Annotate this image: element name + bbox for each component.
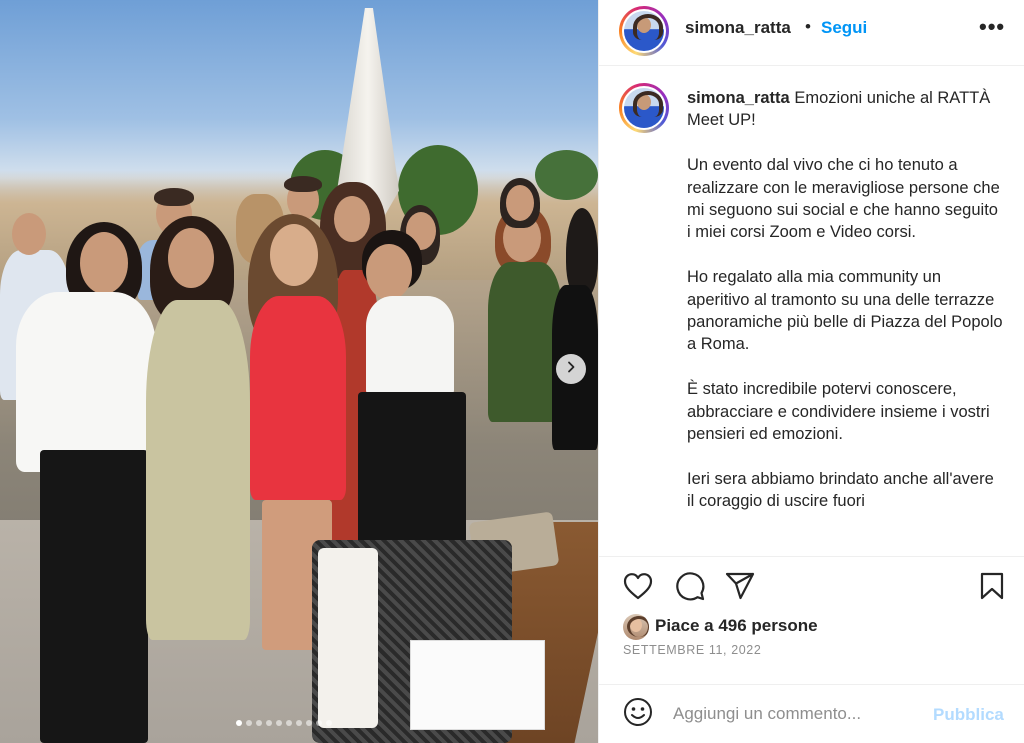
caption-scroll-area[interactable]: simona_ratta Emozioni uniche al RATTÀ Me… bbox=[599, 67, 1024, 555]
carousel-dot bbox=[256, 720, 262, 726]
follow-button[interactable]: Segui bbox=[821, 18, 867, 38]
caption-paragraph: Ho regalato alla mia community un aperit… bbox=[687, 268, 1003, 354]
share-icon bbox=[725, 572, 755, 605]
comment-icon bbox=[675, 571, 705, 606]
caption-username[interactable]: simona_ratta bbox=[687, 89, 790, 107]
emoji-icon bbox=[623, 697, 653, 732]
carousel-dot bbox=[266, 720, 272, 726]
header-separator: • bbox=[805, 17, 811, 36]
next-photo-button[interactable] bbox=[556, 354, 586, 384]
post-header: simona_ratta • Segui ••• bbox=[599, 0, 1024, 66]
carousel-dot bbox=[276, 720, 282, 726]
carousel-dot bbox=[306, 720, 312, 726]
caption-paragraph: È stato incredibile potervi conoscere, a… bbox=[687, 380, 990, 444]
like-button[interactable] bbox=[623, 572, 653, 605]
carousel-dot bbox=[316, 720, 322, 726]
chair-cushion bbox=[318, 548, 378, 728]
chevron-right-icon bbox=[565, 360, 577, 378]
liker-avatar[interactable] bbox=[623, 614, 649, 640]
more-options-button[interactable]: ••• bbox=[979, 14, 1005, 40]
comment-bar: Pubblica bbox=[599, 684, 1024, 743]
tree bbox=[535, 150, 598, 200]
avatar[interactable] bbox=[619, 6, 669, 56]
carousel-dot bbox=[236, 720, 242, 726]
carousel-indicator bbox=[236, 720, 332, 726]
post-photo[interactable] bbox=[0, 0, 598, 743]
caption-avatar[interactable] bbox=[619, 83, 669, 133]
carousel-dot bbox=[326, 720, 332, 726]
post-date[interactable]: SETTEMBRE 11, 2022 bbox=[623, 643, 761, 657]
comment-button[interactable] bbox=[675, 571, 705, 606]
publish-button[interactable]: Pubblica bbox=[933, 705, 1004, 725]
shopping-bag bbox=[410, 640, 545, 730]
heart-icon bbox=[623, 572, 653, 605]
share-button[interactable] bbox=[725, 572, 755, 605]
caption-paragraph: Un evento dal vivo che ci ho tenuto a re… bbox=[687, 156, 1000, 242]
more-horizontal-icon: ••• bbox=[979, 14, 1006, 39]
carousel-dot bbox=[286, 720, 292, 726]
carousel-dot bbox=[296, 720, 302, 726]
post-actions: Piace a 496 persone SETTEMBRE 11, 2022 bbox=[599, 556, 1024, 684]
bookmark-icon bbox=[980, 572, 1004, 605]
caption-text: simona_ratta Emozioni uniche al RATTÀ Me… bbox=[687, 87, 1005, 535]
header-username[interactable]: simona_ratta bbox=[685, 18, 791, 38]
emoji-button[interactable] bbox=[623, 697, 653, 732]
caption-paragraph: Ieri sera abbiamo brindato anche all'ave… bbox=[687, 469, 994, 511]
likes-count[interactable]: Piace a 496 persone bbox=[655, 616, 818, 636]
save-button[interactable] bbox=[977, 572, 1007, 605]
comment-input[interactable] bbox=[673, 704, 923, 724]
post-details-pane: simona_ratta • Segui ••• simona_ratta Em… bbox=[598, 0, 1024, 743]
carousel-dot bbox=[246, 720, 252, 726]
